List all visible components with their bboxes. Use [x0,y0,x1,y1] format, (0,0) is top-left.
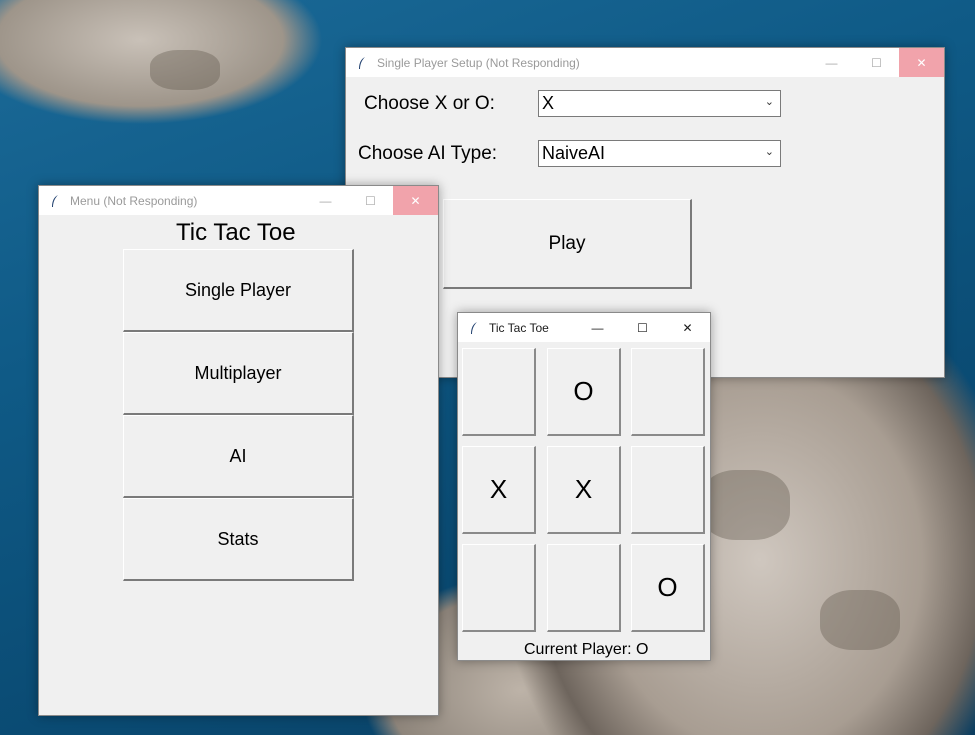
ai-type-select[interactable]: NaiveAI ⌄ [538,140,781,167]
maximize-button[interactable]: ☐ [348,186,393,215]
minimize-button[interactable]: — [575,313,620,342]
board-cell[interactable]: O [547,348,621,436]
minimize-button[interactable]: — [809,48,854,77]
menu-titlebar[interactable]: Menu (Not Responding) — ☐ ✕ [39,186,438,215]
play-button[interactable]: Play [443,199,692,289]
setup-titlebar[interactable]: Single Player Setup (Not Responding) — ☐… [346,48,944,77]
choose-symbol-label: Choose X or O: [364,93,495,114]
maximize-button[interactable]: ☐ [854,48,899,77]
close-button[interactable]: ✕ [899,48,944,77]
ai-type-select-value: NaiveAI [542,143,606,163]
game-window: Tic Tac Toe — ☐ ✕ O X X O Current Player… [457,312,711,661]
maximize-button[interactable]: ☐ [620,313,665,342]
feather-icon [356,56,368,70]
board-cell[interactable] [547,544,621,632]
chevron-down-icon: ⌄ [764,146,774,158]
wallpaper-rock [150,50,220,90]
stats-button[interactable]: Stats [123,498,354,581]
multiplayer-button[interactable]: Multiplayer [123,332,354,415]
board-cell[interactable] [462,348,536,436]
board-cell[interactable]: O [631,544,705,632]
close-button[interactable]: ✕ [665,313,710,342]
minimize-button[interactable]: — [303,186,348,215]
board-cell[interactable]: X [462,446,536,534]
board-cell[interactable] [462,544,536,632]
feather-icon [468,321,480,335]
menu-heading: Tic Tac Toe [176,219,296,246]
symbol-select-value: X [542,93,555,113]
ai-button[interactable]: AI [123,415,354,498]
wallpaper-rock [820,590,900,650]
board-cell[interactable]: X [547,446,621,534]
window-title: Tic Tac Toe [489,320,549,335]
chevron-down-icon: ⌄ [764,96,774,108]
window-title: Menu (Not Responding) [70,193,198,208]
feather-icon [49,194,61,208]
wallpaper-rock [700,470,790,540]
board-cell[interactable] [631,348,705,436]
close-button[interactable]: ✕ [393,186,438,215]
window-title: Single Player Setup (Not Responding) [377,55,580,70]
game-titlebar[interactable]: Tic Tac Toe — ☐ ✕ [458,313,710,342]
menu-window: Menu (Not Responding) — ☐ ✕ Tic Tac Toe … [38,185,439,716]
board-cell[interactable] [631,446,705,534]
symbol-select[interactable]: X ⌄ [538,90,781,117]
single-player-button[interactable]: Single Player [123,249,354,332]
choose-ai-label: Choose AI Type: [358,143,498,164]
current-player-status: Current Player: O [524,641,649,658]
